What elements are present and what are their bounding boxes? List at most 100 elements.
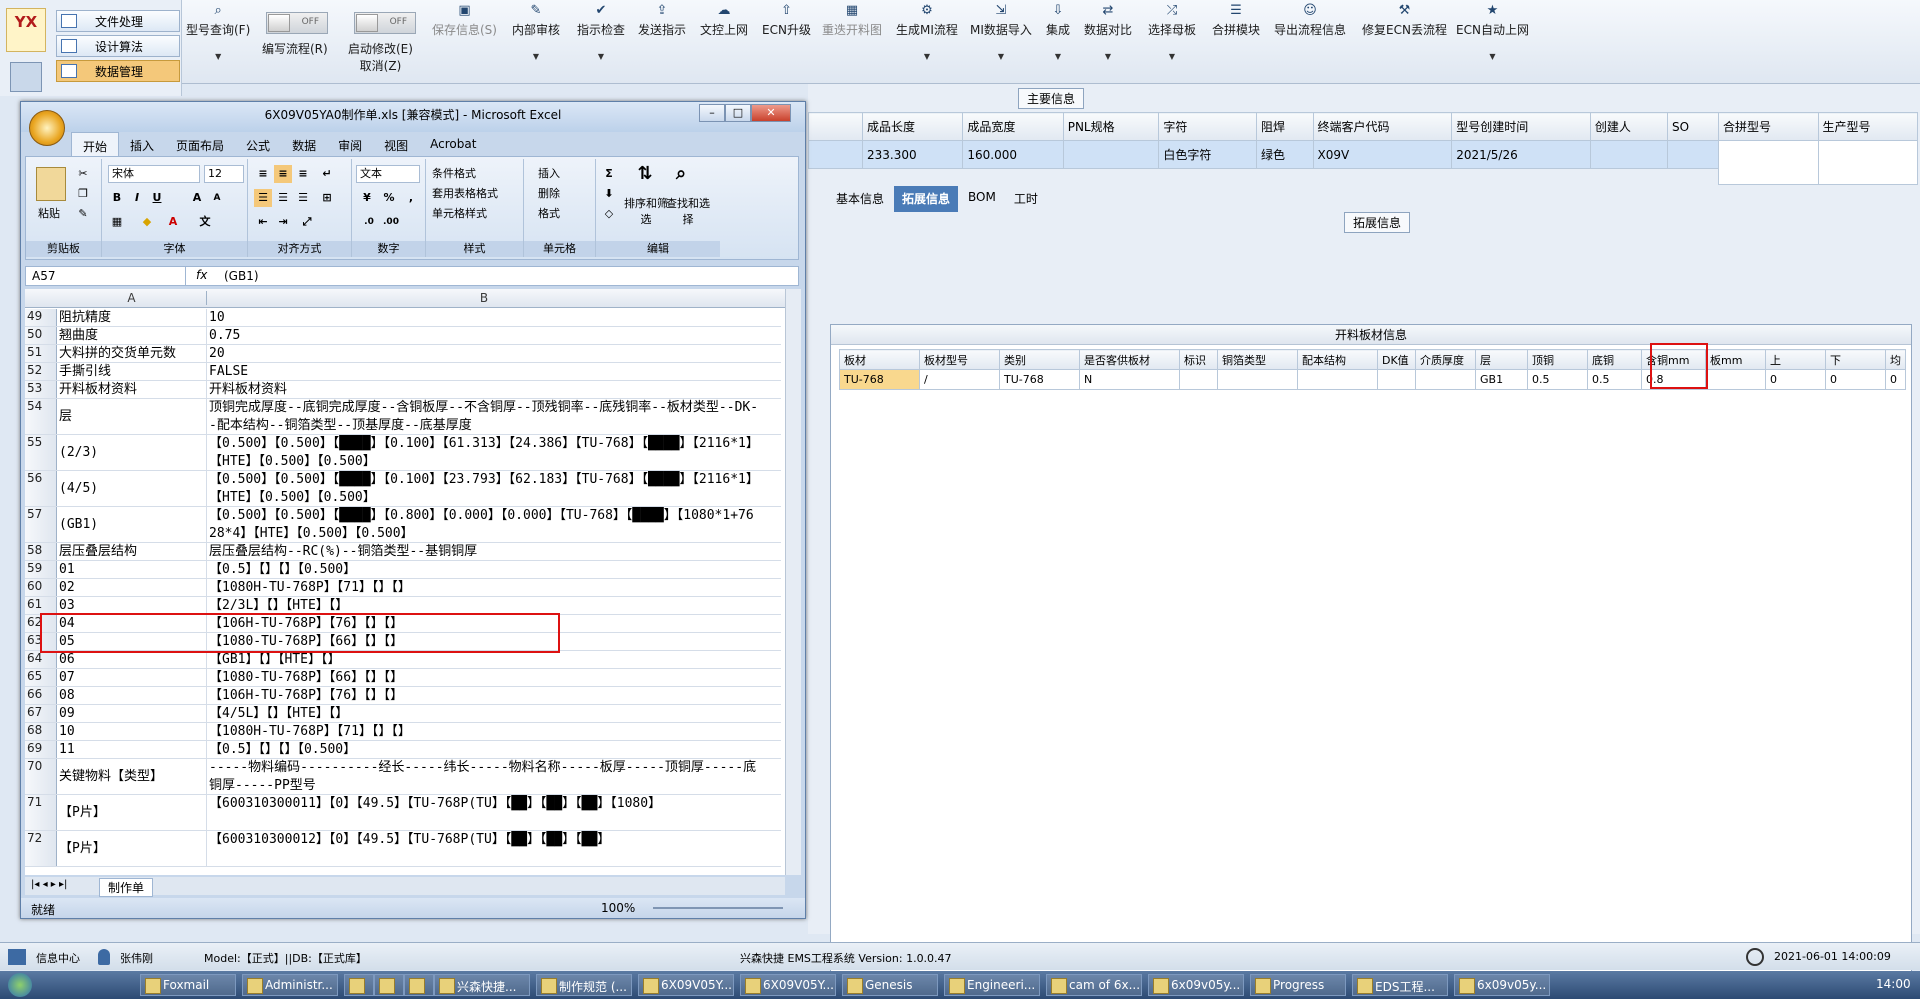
sheet-row[interactable]: 49 阻抗精度 10: [25, 309, 781, 327]
format-cells-button[interactable]: 格式: [538, 205, 560, 221]
cell-b[interactable]: 【600310300012】【0】【49.5】【TU-768P(TU】【██】【…: [207, 831, 759, 866]
taskbar-item[interactable]: 兴森快捷...: [434, 974, 530, 996]
col-header[interactable]: 顶铜: [1527, 349, 1588, 370]
col-header[interactable]: 底铜: [1587, 349, 1642, 370]
autosum-icon[interactable]: Σ: [600, 165, 618, 183]
tab-acrobat[interactable]: Acrobat: [419, 132, 487, 156]
internal-review-button[interactable]: ✎ 内部审核 ▼: [512, 4, 560, 62]
taskbar-item[interactable]: [374, 974, 404, 996]
sheet-tab[interactable]: 制作单: [99, 878, 154, 897]
tab-home[interactable]: 开始: [71, 132, 120, 156]
row-number[interactable]: 70: [25, 759, 57, 794]
cell-a[interactable]: 03: [57, 597, 207, 614]
col-header[interactable]: 字符: [1158, 112, 1258, 141]
sheet-row[interactable]: 50 翘曲度 0.75: [25, 327, 781, 345]
cell-a[interactable]: 大料拼的交货单元数: [57, 345, 207, 362]
col-header[interactable]: 配本结构: [1297, 349, 1378, 370]
start-modify-toggle[interactable]: OFF: [354, 12, 416, 34]
cell-b[interactable]: 【0.500】【0.500】【████】【0.100】【23.793】【62.1…: [207, 471, 759, 506]
decrease-decimal-icon[interactable]: .00: [382, 213, 400, 231]
insert-cells-button[interactable]: 插入: [538, 165, 560, 181]
cell-styles-button[interactable]: 单元格样式: [432, 205, 487, 221]
maximize-button[interactable]: □: [725, 104, 751, 122]
data-compare-button[interactable]: ⇄ 数据对比 ▼: [1084, 4, 1132, 62]
clear-icon[interactable]: ◇: [600, 205, 618, 223]
send-instruction-button[interactable]: ⇪ 发送指示: [638, 4, 686, 38]
find-select-icon[interactable]: ⌕: [668, 165, 694, 191]
cell-a[interactable]: 05: [57, 633, 207, 650]
sheet-nav-arrows[interactable]: |◂ ◂ ▸ ▸|: [31, 879, 67, 890]
taskbar-item[interactable]: Administr...: [242, 974, 338, 996]
col-header[interactable]: 层: [1475, 349, 1528, 370]
nav-data-management[interactable]: 数据管理: [56, 60, 180, 82]
cell-b[interactable]: FALSE: [207, 363, 759, 380]
doc-online-button[interactable]: ☁ 文控上网: [700, 4, 748, 38]
worksheet-grid[interactable]: A B 49 阻抗精度 10 50 翘曲度 0.75 51 大料拼的交货单元数 20 52 手撕引线…: [25, 289, 785, 875]
row-number[interactable]: 54: [25, 399, 57, 434]
start-button[interactable]: [8, 973, 32, 997]
col-header[interactable]: DK值: [1377, 349, 1416, 370]
cell-b[interactable]: 【0.5】【】【】【0.500】: [207, 741, 759, 758]
row-number[interactable]: 53: [25, 381, 57, 398]
taskbar-item[interactable]: Genesis: [842, 974, 938, 996]
row-number[interactable]: 69: [25, 741, 57, 758]
align-right-icon[interactable]: ☰: [294, 189, 312, 207]
row-number[interactable]: 60: [25, 579, 57, 596]
row-number[interactable]: 55: [25, 435, 57, 470]
repair-ecn-flow-button[interactable]: ⚒ 修复ECN丢流程: [1362, 4, 1447, 38]
cell-b[interactable]: 层压叠层结构--RC(%)--铜箔类型--基铜铜厚: [207, 543, 759, 560]
row-number[interactable]: 63: [25, 633, 57, 650]
cell-a[interactable]: 【P片】: [57, 795, 207, 830]
indent-icon[interactable]: ⇥: [274, 213, 292, 231]
taskbar-item[interactable]: EDS工程...: [1352, 974, 1448, 996]
cell-a[interactable]: 09: [57, 705, 207, 722]
sheet-row[interactable]: 53 开料板材资料 开料板材资料: [25, 381, 781, 399]
row-number[interactable]: 61: [25, 597, 57, 614]
sheet-row[interactable]: 60 02 【1080H-TU-768P】【71】【】【】: [25, 579, 781, 597]
nav-file-processing[interactable]: 文件处理: [56, 10, 180, 32]
ecn-auto-online-button[interactable]: ★ ECN自动上网 ▼: [1456, 4, 1529, 62]
col-header[interactable]: [808, 112, 863, 141]
row-number[interactable]: 71: [25, 795, 57, 830]
write-flow-toggle[interactable]: OFF: [266, 12, 328, 34]
cut-icon[interactable]: ✂: [74, 165, 92, 183]
shrink-font-icon[interactable]: A: [208, 189, 226, 207]
col-header[interactable]: 是否客供板材: [1079, 349, 1180, 370]
cell-a[interactable]: 08: [57, 687, 207, 704]
col-header[interactable]: 生产型号: [1817, 112, 1918, 141]
cell-a[interactable]: (2/3): [57, 435, 207, 470]
underline-icon[interactable]: U: [148, 189, 166, 207]
cell-a[interactable]: (4/5): [57, 471, 207, 506]
cell-b[interactable]: 【1080-TU-768P】【66】【】【】: [207, 633, 759, 650]
info-center-icon[interactable]: [8, 949, 26, 965]
taskbar-item[interactable]: cam of 6x...: [1046, 974, 1142, 996]
tab-work-hours[interactable]: 工时: [1006, 186, 1046, 212]
font-select[interactable]: 宋体: [108, 165, 200, 183]
calculator-icon[interactable]: [10, 62, 42, 92]
cell-b[interactable]: 顶铜完成厚度--底铜完成厚度--含铜板厚--不含铜厚--顶残铜率--底残铜率--…: [207, 399, 759, 434]
nav-design-algorithm[interactable]: 设计算法: [56, 35, 180, 57]
row-number[interactable]: 52: [25, 363, 57, 380]
merge-module-button[interactable]: ☰ 合拼模块: [1212, 4, 1260, 38]
name-box[interactable]: A57: [26, 267, 186, 285]
row-number[interactable]: 72: [25, 831, 57, 866]
col-header[interactable]: 下: [1825, 349, 1886, 370]
save-info-button[interactable]: ▣ 保存信息(S): [432, 4, 497, 38]
row-number[interactable]: 59: [25, 561, 57, 578]
cell-a[interactable]: 01: [57, 561, 207, 578]
tab-extended-info[interactable]: 拓展信息: [894, 186, 959, 212]
row-number[interactable]: 65: [25, 669, 57, 686]
vertical-scrollbar[interactable]: [785, 289, 801, 875]
col-header[interactable]: 成品宽度: [962, 112, 1064, 141]
cell-a[interactable]: 手撕引线: [57, 363, 207, 380]
border-icon[interactable]: ▦: [108, 213, 126, 231]
table-row[interactable]: 233.300 160.000 白色字符 绿色 X09V 2021/5/26: [808, 140, 1808, 169]
align-top-icon[interactable]: ≡: [254, 165, 272, 183]
cell-a[interactable]: 关键物料【类型】: [57, 759, 207, 794]
sheet-row[interactable]: 57 (GB1) 【0.500】【0.500】【████】【0.800】【0.000…: [25, 507, 781, 543]
sheet-row[interactable]: 54 层顶铜完成厚度--底铜完成厚度--含铜板厚--不含铜厚--顶残铜率--底残铜…: [25, 399, 781, 435]
row-number[interactable]: 64: [25, 651, 57, 668]
grow-font-icon[interactable]: A: [188, 189, 206, 207]
cell-b[interactable]: 【0.5】【】【】【0.500】: [207, 561, 759, 578]
col-header[interactable]: 阻焊: [1256, 112, 1314, 141]
